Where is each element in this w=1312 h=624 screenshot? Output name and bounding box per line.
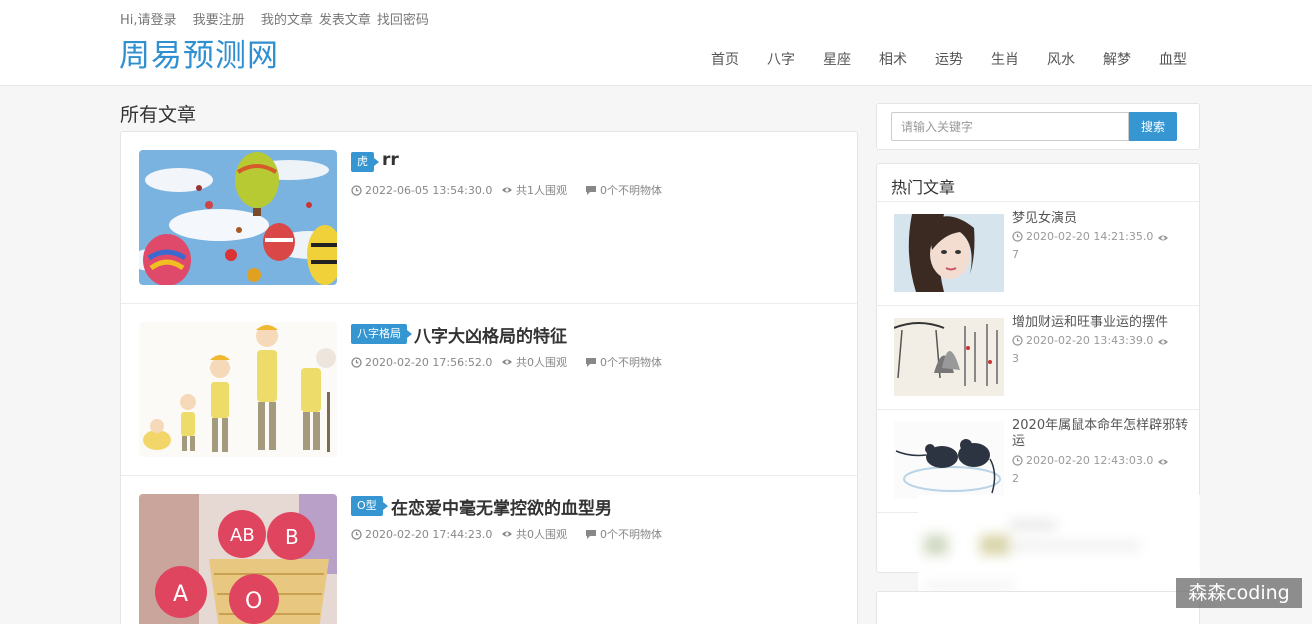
category-tag[interactable]: 八字格局 bbox=[351, 324, 412, 344]
blurred-image bbox=[924, 535, 948, 555]
clock-icon bbox=[351, 528, 362, 540]
hot-article-count: 7 bbox=[1012, 248, 1019, 261]
hot-article-date: 2020-02-20 13:43:39.0 bbox=[1012, 334, 1153, 347]
nav-zodiac[interactable]: 生肖 bbox=[991, 49, 1047, 69]
article-views: 共0人围观 bbox=[516, 528, 567, 541]
category-tag[interactable]: 虎 bbox=[351, 152, 379, 172]
article-views: 共0人围观 bbox=[516, 356, 567, 369]
svg-text:O: O bbox=[245, 589, 262, 614]
hot-article-date: 2020-02-20 12:43:03.0 bbox=[1012, 454, 1153, 467]
article-list: 虎 rr 2022-06-05 13:54:30.0 共1人围观 0个不明物体 … bbox=[120, 131, 858, 624]
eye-icon bbox=[502, 187, 512, 193]
article-date: 2020-02-20 17:56:52.0 bbox=[365, 355, 493, 369]
nav-horoscope[interactable]: 星座 bbox=[823, 49, 879, 69]
article-date: 2020-02-20 17:44:23.0 bbox=[365, 527, 493, 541]
nav-blood-type[interactable]: 血型 bbox=[1159, 49, 1189, 69]
site-logo[interactable]: 周易预测网 bbox=[119, 30, 279, 75]
eye-icon bbox=[1158, 235, 1168, 241]
article-views: 共1人围观 bbox=[516, 184, 567, 197]
article-comments[interactable]: 0个不明物体 bbox=[600, 526, 662, 542]
article-item: 虎 rr 2022-06-05 13:54:30.0 共1人围观 0个不明物体 bbox=[121, 132, 857, 304]
article-meta: 2022-06-05 13:54:30.0 共1人围观 0个不明物体 bbox=[351, 182, 662, 198]
hot-article-date: 2020-02-20 14:21:35.0 bbox=[1012, 230, 1153, 243]
register-link[interactable]: 我要注册 bbox=[193, 13, 245, 28]
search-button[interactable]: 搜索 bbox=[1129, 112, 1177, 141]
hot-article-thumbnail[interactable] bbox=[894, 421, 1004, 499]
nav-dreams[interactable]: 解梦 bbox=[1103, 49, 1159, 69]
nav-fengshui[interactable]: 风水 bbox=[1047, 49, 1103, 69]
hot-article-item: 增加财运和旺事业运的摆件 2020-02-20 13:43:39.0 3 bbox=[877, 306, 1199, 410]
comment-icon bbox=[586, 529, 596, 539]
main-nav: 首页 八字 星座 相术 运势 生肖 风水 解梦 血型 bbox=[711, 49, 1189, 69]
hot-article-title[interactable]: 增加财运和旺事业运的摆件 bbox=[1012, 315, 1192, 331]
hot-article-thumbnail[interactable] bbox=[894, 318, 1004, 396]
hot-article-count: 3 bbox=[1012, 352, 1019, 365]
blurred-image bbox=[980, 535, 1010, 555]
nav-fortune[interactable]: 运势 bbox=[935, 49, 991, 69]
clock-icon bbox=[1012, 231, 1023, 242]
eye-icon bbox=[502, 531, 512, 537]
watermark: 森森coding bbox=[1176, 578, 1302, 608]
hot-article-thumbnail[interactable] bbox=[894, 214, 1004, 292]
hot-article-title[interactable]: 2020年属鼠本命年怎样辟邪转运 bbox=[1012, 418, 1192, 450]
blurred-text bbox=[1010, 521, 1056, 529]
article-item: 八字格局 八字大凶格局的特征 2020-02-20 17:56:52.0 共0人… bbox=[121, 304, 857, 476]
article-thumbnail[interactable] bbox=[139, 322, 337, 457]
eye-icon bbox=[1158, 339, 1168, 345]
article-thumbnail[interactable] bbox=[139, 150, 337, 285]
search-input[interactable] bbox=[891, 112, 1129, 141]
svg-text:B: B bbox=[285, 525, 299, 549]
article-title[interactable]: 在恋爱中毫无掌控欲的血型男 bbox=[391, 494, 612, 519]
category-tag[interactable]: O型 bbox=[351, 496, 388, 516]
blurred-text bbox=[1010, 543, 1140, 549]
article-date: 2022-06-05 13:54:30.0 bbox=[365, 183, 493, 197]
clock-icon bbox=[1012, 455, 1023, 466]
article-comments[interactable]: 0个不明物体 bbox=[600, 182, 662, 198]
article-item: AB B A O O型 在恋爱中毫无掌控欲的血型男 2020-02-20 17:… bbox=[121, 476, 857, 624]
login-link[interactable]: Hi,请登录 bbox=[120, 13, 177, 28]
clock-icon bbox=[1012, 335, 1023, 346]
article-title[interactable]: rr bbox=[382, 150, 399, 170]
blurred-text bbox=[924, 583, 1014, 589]
hot-articles-title: 热门文章 bbox=[891, 178, 956, 197]
clock-icon bbox=[351, 356, 362, 368]
article-meta: 2020-02-20 17:44:23.0 共0人围观 0个不明物体 bbox=[351, 526, 662, 542]
comment-icon bbox=[586, 357, 596, 367]
comment-icon bbox=[586, 185, 596, 195]
top-links: Hi,请登录 我要注册 我的文章 发表文章 找回密码 bbox=[120, 9, 435, 28]
hot-article-item: 梦见女演员 2020-02-20 14:21:35.0 7 bbox=[877, 202, 1199, 306]
svg-text:AB: AB bbox=[230, 525, 255, 546]
article-title[interactable]: 八字大凶格局的特征 bbox=[414, 322, 567, 347]
svg-text:A: A bbox=[173, 582, 188, 607]
eye-icon bbox=[502, 359, 512, 365]
clock-icon bbox=[351, 184, 362, 196]
hot-article-count: 2 bbox=[1012, 472, 1019, 485]
site-header: Hi,请登录 我要注册 我的文章 发表文章 找回密码 周易预测网 首页 八字 星座 … bbox=[0, 0, 1312, 86]
section-title: 所有文章 bbox=[120, 104, 197, 126]
search-panel: 搜索 bbox=[876, 103, 1200, 150]
post-article-link[interactable]: 发表文章 bbox=[319, 13, 371, 28]
sidebar-panel bbox=[876, 591, 1200, 624]
my-articles-link[interactable]: 我的文章 bbox=[261, 13, 313, 28]
article-meta: 2020-02-20 17:56:52.0 共0人围观 0个不明物体 bbox=[351, 354, 662, 370]
eye-icon bbox=[1158, 459, 1168, 465]
hot-article-title[interactable]: 梦见女演员 bbox=[1012, 211, 1192, 227]
reset-password-link[interactable]: 找回密码 bbox=[377, 13, 429, 28]
article-comments[interactable]: 0个不明物体 bbox=[600, 354, 662, 370]
article-thumbnail[interactable]: AB B A O bbox=[139, 494, 337, 624]
nav-physiognomy[interactable]: 相术 bbox=[879, 49, 935, 69]
nav-bazi[interactable]: 八字 bbox=[767, 49, 823, 69]
nav-home[interactable]: 首页 bbox=[711, 49, 767, 69]
